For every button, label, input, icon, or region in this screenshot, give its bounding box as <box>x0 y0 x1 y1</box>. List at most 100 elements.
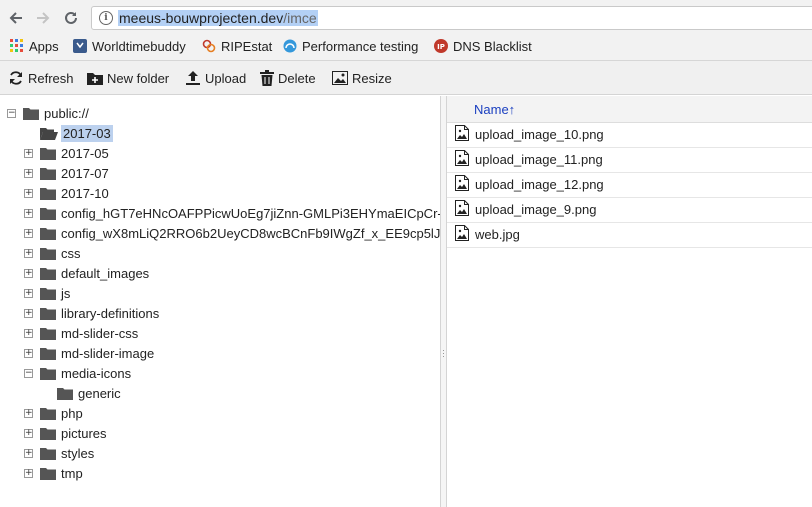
expand-toggle[interactable]: + <box>24 288 33 298</box>
image-file-icon <box>455 175 469 194</box>
file-row[interactable]: upload_image_12.png <box>447 172 812 198</box>
file-row[interactable]: upload_image_11.png <box>447 147 812 173</box>
worldtimebuddy-icon <box>73 39 87 53</box>
arrow-left-icon <box>9 12 22 24</box>
tree-folder-label: md-slider-image <box>61 345 155 361</box>
forward-button[interactable] <box>33 8 53 28</box>
reload-button[interactable] <box>61 8 81 28</box>
bookmark-dns-blacklist[interactable]: IP DNS Blacklist <box>434 36 532 56</box>
folder-icon <box>40 267 56 280</box>
tree-folder-label: pictures <box>61 425 107 441</box>
sort-by-name-header[interactable]: Name↑ <box>474 102 515 117</box>
folder-icon <box>40 147 56 160</box>
folder-icon <box>40 407 56 420</box>
tree-folder-item[interactable]: + styles <box>24 443 96 463</box>
url-text[interactable]: meeus-bouwprojecten.dev/imce <box>118 10 318 26</box>
folder-icon <box>40 467 56 480</box>
expand-toggle[interactable]: + <box>24 228 33 238</box>
tree-folder-label: tmp <box>61 465 83 481</box>
folder-icon <box>40 367 56 380</box>
tree-folder-item[interactable]: + js <box>24 283 72 303</box>
resize-button[interactable]: Resize <box>332 69 392 87</box>
tree-folder-label: media-icons <box>61 365 132 381</box>
tree-root[interactable]: − public:// <box>7 103 91 123</box>
expand-toggle[interactable]: + <box>24 328 33 338</box>
folder-icon <box>23 107 39 120</box>
tree-folder-item[interactable]: + tmp <box>24 463 85 483</box>
delete-button[interactable]: Delete <box>260 69 316 87</box>
bookmark-performance[interactable]: Performance testing <box>283 36 418 56</box>
image-icon <box>332 71 348 85</box>
collapse-toggle[interactable]: − <box>24 368 33 378</box>
tree-folder-item[interactable]: 2017-03 <box>24 123 113 143</box>
upload-icon <box>186 71 200 85</box>
browser-chrome: i meeus-bouwprojecten.dev/imce Apps Worl… <box>0 0 812 61</box>
expand-toggle[interactable]: + <box>24 428 33 438</box>
expand-toggle[interactable]: + <box>24 348 33 358</box>
bookmark-worldtimebuddy[interactable]: Worldtimebuddy <box>73 36 186 56</box>
tree-folder-item[interactable]: + library-definitions <box>24 303 161 323</box>
file-row[interactable]: upload_image_10.png <box>447 122 812 148</box>
tree-folder-item[interactable]: + php <box>24 403 85 423</box>
file-name: upload_image_9.png <box>475 202 597 217</box>
tree-folder-item[interactable]: generic <box>41 383 123 403</box>
expand-toggle[interactable]: + <box>24 308 33 318</box>
imce-toolbar: Refresh New folder Upload Delete Resize <box>0 61 812 95</box>
splitter-grip-icon[interactable]: · · · <box>442 346 445 361</box>
tree-folder-item[interactable]: + css <box>24 243 83 263</box>
expand-toggle[interactable]: + <box>24 248 33 258</box>
tree-folder-item[interactable]: + config_hGT7eHNcOAFPPicwUoEg7jiZnn-GMLPi… <box>24 203 440 223</box>
folder-icon <box>40 167 56 180</box>
tree-folder-item[interactable]: + pictures <box>24 423 109 443</box>
arrow-right-icon <box>37 12 50 24</box>
info-icon[interactable]: i <box>99 11 113 25</box>
expand-toggle[interactable]: + <box>24 468 33 478</box>
folder-icon <box>40 207 56 220</box>
expand-toggle[interactable]: + <box>24 268 33 278</box>
refresh-button[interactable]: Refresh <box>8 69 74 87</box>
bookmark-label: RIPEstat <box>221 38 273 54</box>
expand-toggle[interactable]: + <box>24 168 33 178</box>
tree-folder-item[interactable]: + config_wX8mLiQ2RRO6b2UeyCD8wcBCnFb9IWgZ… <box>24 223 440 243</box>
tree-folder-label: 2017-07 <box>61 165 109 181</box>
tree-folder-item[interactable]: +2017-10 <box>24 183 111 203</box>
expand-toggle[interactable]: + <box>24 148 33 158</box>
folder-icon <box>57 387 73 400</box>
new-folder-button[interactable]: New folder <box>87 69 169 87</box>
address-bar[interactable]: i meeus-bouwprojecten.dev/imce <box>91 6 812 30</box>
ripestat-icon <box>202 39 216 53</box>
tree-folder-item[interactable]: + md-slider-css <box>24 323 140 343</box>
bookmark-apps[interactable]: Apps <box>10 36 59 56</box>
image-file-icon <box>455 125 469 144</box>
resize-label: Resize <box>352 70 392 86</box>
folder-icon <box>40 307 56 320</box>
tree-folder-item[interactable]: +2017-05 <box>24 143 111 163</box>
tree-folder-item[interactable]: + md-slider-image <box>24 343 156 363</box>
bookmark-ripestat[interactable]: RIPEstat <box>202 36 272 56</box>
tree-folder-item[interactable]: − media-icons <box>24 363 133 383</box>
expand-toggle[interactable]: + <box>24 208 33 218</box>
expand-toggle[interactable]: + <box>24 448 33 458</box>
dns-blacklist-icon: IP <box>434 39 448 53</box>
tree-folder-label: library-definitions <box>61 305 160 321</box>
toggle-spacer <box>41 389 50 398</box>
bookmark-label: DNS Blacklist <box>453 38 532 54</box>
tree-folder-label: default_images <box>61 265 150 281</box>
file-row[interactable]: web.jpg <box>447 222 812 248</box>
directory-tree-pane: − public:// 2017-03 +2017-05 +2017-07 +2017… <box>0 96 441 507</box>
file-row[interactable]: upload_image_9.png <box>447 197 812 223</box>
folder-icon <box>40 187 56 200</box>
folder-icon <box>40 227 56 240</box>
back-button[interactable] <box>6 8 26 28</box>
refresh-label: Refresh <box>28 70 74 86</box>
expand-toggle[interactable]: + <box>24 408 33 418</box>
refresh-icon <box>10 71 22 85</box>
file-list-pane: Name↑ upload_image_10.png upload_image_11… <box>447 96 812 507</box>
tree-folder-item[interactable]: + default_images <box>24 263 151 283</box>
upload-button[interactable]: Upload <box>185 69 246 87</box>
collapse-toggle[interactable]: − <box>7 108 16 118</box>
expand-toggle[interactable]: + <box>24 188 33 198</box>
tree-folder-label: 2017-03 <box>61 124 113 142</box>
trash-icon <box>260 70 274 86</box>
tree-folder-item[interactable]: +2017-07 <box>24 163 111 183</box>
